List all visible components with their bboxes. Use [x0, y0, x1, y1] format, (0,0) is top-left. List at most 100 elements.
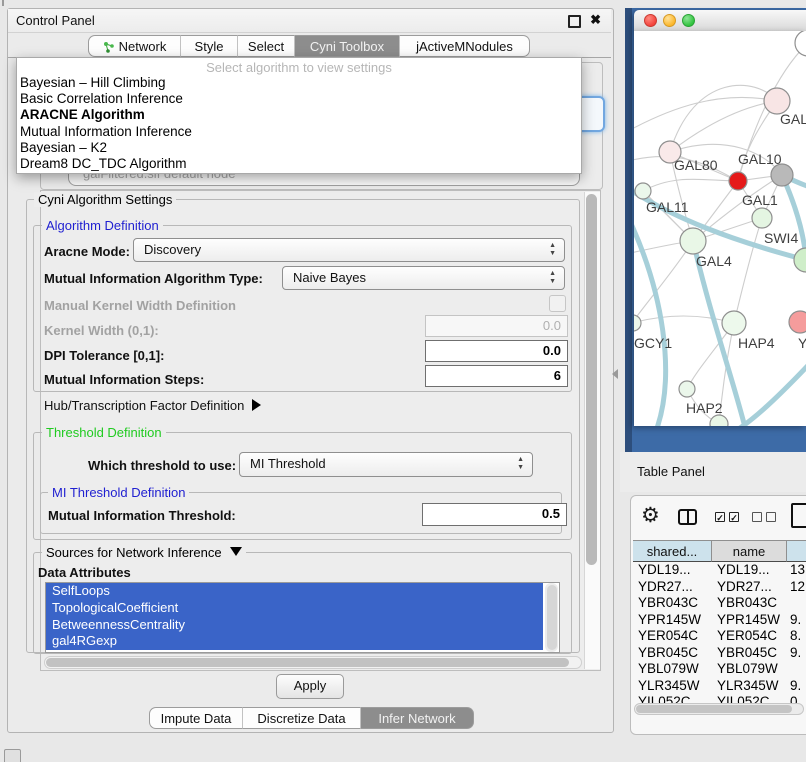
- network-node-label: HAP2: [686, 400, 723, 416]
- hub-definition-toggle[interactable]: Hub/Transcription Factor Definition: [44, 398, 261, 413]
- which-threshold-combo[interactable]: MI Threshold ▲▼: [239, 452, 533, 477]
- attribute-list-item[interactable]: gal4RGexp: [46, 633, 543, 650]
- algorithm-option[interactable]: Basic Correlation Inference: [20, 91, 578, 107]
- network-window-titlebar[interactable]: [634, 10, 806, 32]
- table-cell[interactable]: 9.: [790, 645, 801, 662]
- table-cell[interactable]: YDR27...: [638, 579, 693, 596]
- table-cell[interactable]: YBR043C: [717, 595, 777, 612]
- manual-kernel-checkbox[interactable]: [549, 295, 566, 312]
- apply-button[interactable]: Apply: [276, 674, 344, 699]
- algorithm-option[interactable]: ARACNE Algorithm: [20, 107, 578, 123]
- minimized-panel-icon[interactable]: [4, 749, 21, 762]
- column-header[interactable]: shared...: [633, 540, 712, 562]
- network-node[interactable]: [635, 183, 651, 199]
- column-header[interactable]: [787, 540, 806, 562]
- table-cell[interactable]: YBL079W: [638, 661, 699, 678]
- minimize-traffic-icon[interactable]: [663, 14, 676, 27]
- table-cell[interactable]: YBR043C: [638, 595, 698, 612]
- splitter-grip-icon[interactable]: [612, 369, 618, 379]
- table-cell[interactable]: YBR045C: [638, 645, 698, 662]
- network-node[interactable]: [794, 248, 806, 272]
- table-hscrollbar-thumb[interactable]: [636, 705, 792, 713]
- network-node-label: SWI4: [764, 230, 798, 246]
- table-cell[interactable]: 8.: [790, 628, 801, 645]
- manual-kernel-label: Manual Kernel Width Definition: [44, 298, 236, 313]
- network-node[interactable]: [680, 228, 706, 254]
- network-edge[interactable]: [643, 179, 738, 191]
- network-node[interactable]: [771, 164, 793, 186]
- network-node[interactable]: [722, 311, 746, 335]
- network-edge[interactable]: [726, 359, 806, 426]
- gear-icon[interactable]: ⚙: [641, 503, 660, 528]
- close-traffic-icon[interactable]: [644, 14, 657, 27]
- select-all-checkbox-icon[interactable]: ✓: [715, 512, 725, 522]
- tab-discretize-data[interactable]: Discretize Data: [242, 707, 360, 729]
- table-cell[interactable]: YDL19...: [638, 562, 691, 579]
- mi-threshold-field[interactable]: 0.5: [422, 503, 567, 526]
- algorithm-option[interactable]: Mutual Information Inference: [20, 124, 578, 140]
- mi-steps-field[interactable]: 6: [425, 365, 568, 387]
- dpi-tolerance-field[interactable]: 0.0: [425, 340, 568, 362]
- table-cell[interactable]: YBR045C: [717, 645, 777, 662]
- table-cell[interactable]: YLR345W: [638, 678, 700, 695]
- attribute-list-item[interactable]: TopologicalCoefficient: [46, 600, 543, 617]
- tab-jactivemnodules[interactable]: jActiveMNodules: [399, 35, 530, 57]
- network-edge[interactable]: [782, 175, 806, 260]
- tab-style[interactable]: Style: [180, 35, 237, 57]
- algorithm-dropdown-popup: Select algorithm to view settings Bayesi…: [16, 57, 582, 174]
- table-cell[interactable]: YER054C: [717, 628, 777, 645]
- network-node[interactable]: [729, 172, 747, 190]
- network-edge[interactable]: [734, 218, 762, 323]
- network-edge[interactable]: [634, 316, 734, 323]
- mi-type-combo[interactable]: Naive Bayes ▲▼: [282, 266, 565, 290]
- aracne-mode-combo[interactable]: Discovery ▲▼: [133, 238, 565, 262]
- table-cell[interactable]: YPR145W: [717, 612, 780, 629]
- vertical-scrollbar-thumb[interactable]: [586, 194, 597, 565]
- network-node[interactable]: [634, 315, 641, 331]
- attribute-list-item[interactable]: SelfLoops: [46, 583, 543, 600]
- network-desktop-panel-edge: [625, 8, 632, 452]
- network-view[interactable]: GALGAL80GAL10GAL11GAL1SWI4GAL4GCY1HAP4YH…: [634, 31, 806, 426]
- tab-cyni-toolbox[interactable]: Cyni Toolbox: [294, 35, 399, 57]
- network-node[interactable]: [710, 415, 728, 426]
- algorithm-option[interactable]: Bayesian – Hill Climbing: [20, 75, 578, 91]
- table-cell[interactable]: YDL19...: [717, 562, 770, 579]
- network-node[interactable]: [789, 311, 806, 333]
- document-icon[interactable]: [791, 503, 806, 528]
- table-cell[interactable]: 13: [790, 562, 805, 579]
- table-cell[interactable]: 9.: [790, 678, 801, 695]
- network-node[interactable]: [752, 208, 772, 228]
- tab-select[interactable]: Select: [237, 35, 294, 57]
- tab-network[interactable]: Network: [88, 35, 180, 57]
- select-all-checkbox-icon[interactable]: ✓: [729, 512, 739, 522]
- table-cell[interactable]: 12: [790, 579, 805, 596]
- algorithm-option[interactable]: Bayesian – K2: [20, 140, 578, 156]
- zoom-traffic-icon[interactable]: [682, 14, 695, 27]
- sources-legend[interactable]: Sources for Network Inference: [42, 545, 246, 560]
- network-edge[interactable]: [634, 187, 806, 260]
- table-cell[interactable]: YDR27...: [717, 579, 772, 596]
- columns-icon[interactable]: [678, 509, 697, 525]
- table-cell[interactable]: YLR345W: [717, 678, 779, 695]
- table-cell[interactable]: YPR145W: [638, 612, 701, 629]
- network-node[interactable]: [679, 381, 695, 397]
- close-icon[interactable]: ✖: [590, 12, 601, 28]
- algorithm-option[interactable]: Dream8 DC_TDC Algorithm: [20, 156, 578, 172]
- attribute-list-scrollbar-thumb[interactable]: [547, 585, 557, 650]
- network-canvas[interactable]: GALGAL80GAL10GAL11GAL1SWI4GAL4GCY1HAP4YH…: [634, 31, 806, 426]
- deselect-all-checkbox-icon[interactable]: [752, 512, 762, 522]
- network-node-label: HAP4: [738, 335, 775, 351]
- table-cell[interactable]: YER054C: [638, 628, 698, 645]
- table-cell[interactable]: 9.: [790, 612, 801, 629]
- horizontal-scrollbar-thumb[interactable]: [46, 658, 569, 667]
- column-header[interactable]: name: [712, 540, 787, 562]
- float-window-icon[interactable]: [568, 15, 581, 28]
- network-edge[interactable]: [634, 97, 777, 131]
- tab-infer-network[interactable]: Infer Network: [360, 707, 474, 729]
- attribute-list-item[interactable]: BetweennessCentrality: [46, 617, 543, 634]
- network-node[interactable]: [795, 31, 806, 56]
- deselect-all-checkbox-icon[interactable]: [766, 512, 776, 522]
- table-cell[interactable]: YBL079W: [717, 661, 778, 678]
- tab-impute-data[interactable]: Impute Data: [149, 707, 242, 729]
- kernel-width-field[interactable]: 0.0: [425, 315, 568, 337]
